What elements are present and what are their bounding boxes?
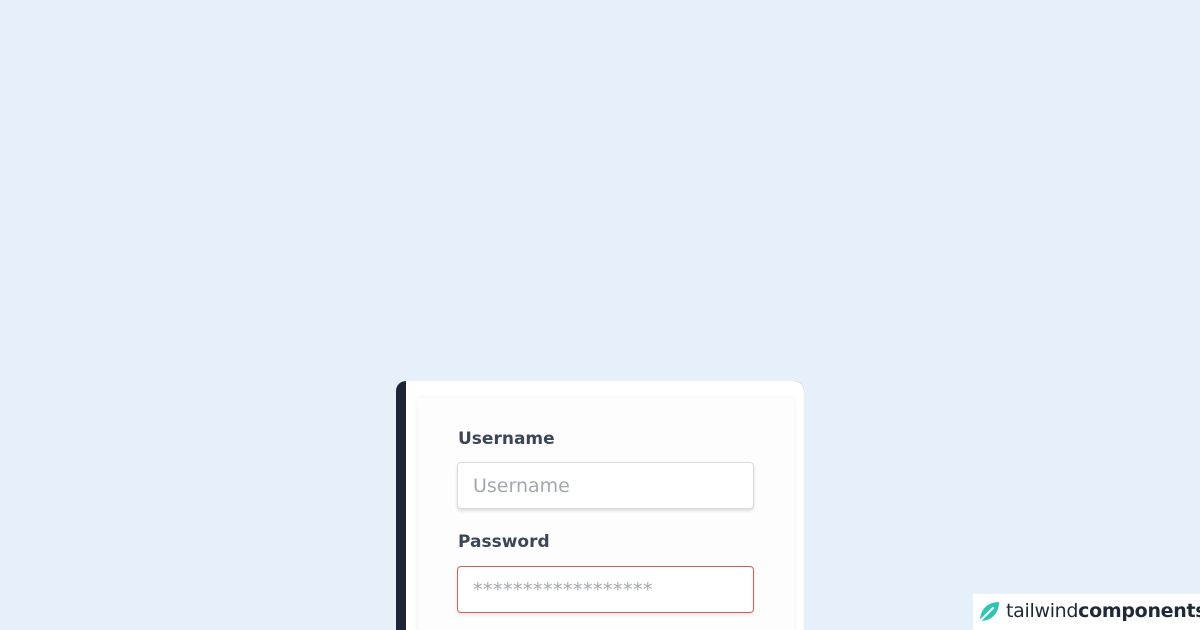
username-input[interactable]: [457, 462, 754, 509]
leaf-icon: [979, 602, 999, 622]
username-label: Username: [458, 429, 555, 449]
brand-name: tailwindcomponents: [1006, 600, 1200, 622]
page: Username Password tailwindcomponents: [0, 0, 1200, 630]
brand-badge[interactable]: tailwindcomponents: [973, 594, 1200, 630]
password-label: Password: [458, 532, 550, 552]
brand-name-light: tailwind: [1006, 600, 1079, 622]
password-input[interactable]: [457, 566, 754, 613]
brand-name-bold: components: [1078, 600, 1200, 622]
